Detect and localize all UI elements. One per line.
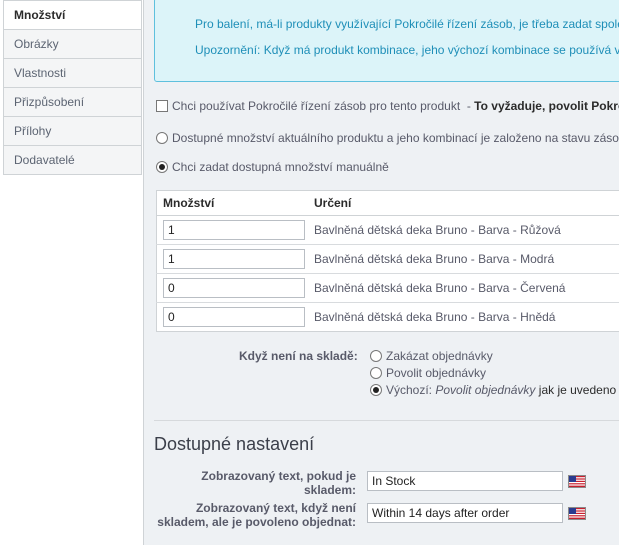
info-line-packs: Pro balení, má-li produkty využívající P… (195, 17, 619, 31)
depends-on-stock-radio[interactable] (156, 132, 168, 144)
quantities-panel: Pro balení, má-li produkty využívající P… (143, 0, 619, 545)
section-divider (154, 420, 619, 421)
advanced-stock-option: Chci používat Pokročilé řízení zásob pro… (156, 99, 619, 113)
advanced-stock-checkbox[interactable] (156, 100, 168, 112)
quantity-input[interactable] (163, 307, 305, 327)
manual-quantities-radio[interactable] (156, 161, 168, 173)
sidebar-item-attachments[interactable]: Přílohy (3, 117, 142, 146)
out-of-stock-label: Když není na skladě: (239, 349, 358, 363)
info-alert: Pro balení, má-li produkty využívající P… (154, 0, 619, 82)
advanced-stock-note: To vyžaduje, povolit Pokro (474, 99, 619, 113)
table-header: Množství Určení (156, 190, 619, 216)
table-row: Bavlněná dětská deka Bruno - Barva - Mod… (156, 244, 619, 274)
backorder-text-label: Zobrazovaný text, když není skladem, ale… (157, 501, 356, 529)
designation-cell: Bavlněná dětská deka Bruno - Barva - Mod… (314, 244, 619, 274)
default-orders-prefix: Výchozí: (386, 383, 433, 397)
quantity-input[interactable] (163, 220, 305, 240)
backorder-text-input[interactable] (367, 503, 563, 523)
quantity-input[interactable] (163, 278, 305, 298)
manual-quantities-label: Chci zadat dostupná množství manuálně (172, 160, 389, 174)
designation-cell: Bavlněná dětská deka Bruno - Barva - Čer… (314, 273, 619, 303)
us-flag-icon[interactable] (568, 475, 586, 488)
default-orders-option: Výchozí: Povolit objednávky jak je uvede… (370, 383, 616, 397)
deny-orders-radio[interactable] (370, 350, 382, 362)
default-orders-value: Povolit objednávky (435, 383, 536, 397)
sidebar: Množství Obrázky Vlastnosti Přizpůsobení… (3, 0, 142, 175)
designation-cell: Bavlněná dětská deka Bruno - Barva - Hně… (314, 302, 619, 332)
default-orders-radio[interactable] (370, 384, 382, 396)
quantity-input[interactable] (163, 249, 305, 269)
allow-orders-option: Povolit objednávky (370, 366, 486, 380)
allow-orders-radio[interactable] (370, 367, 382, 379)
table-row: Bavlněná dětská deka Bruno - Barva - Růž… (156, 215, 619, 245)
deny-orders-option: Zakázat objednávky (370, 349, 493, 363)
sidebar-item-suppliers[interactable]: Dodavatelé (3, 146, 142, 175)
table-row: Bavlněná dětská deka Bruno - Barva - Hně… (156, 302, 619, 332)
sidebar-item-features[interactable]: Vlastnosti (3, 59, 142, 88)
sidebar-item-customization[interactable]: Přizpůsobení (3, 88, 142, 117)
depends-on-stock-option: Dostupné množství aktuálního produktu a … (156, 131, 619, 145)
advanced-stock-label: Chci používat Pokročilé řízení zásob pro… (172, 99, 461, 113)
deny-orders-label: Zakázat objednávky (386, 349, 493, 363)
in-stock-text-label: Zobrazovaný text, pokud je skladem: (201, 469, 356, 497)
quantities-table: Množství Určení Bavlněná dětská deka Bru… (156, 190, 619, 332)
designation-cell: Bavlněná dětská deka Bruno - Barva - Růž… (314, 215, 619, 245)
info-line-combinations: Upozornění: Když má produkt kombinace, j… (195, 43, 619, 57)
column-header-quantity: Množství (156, 190, 314, 216)
default-orders-suffix: jak je uvedeno (538, 383, 617, 397)
sidebar-item-quantities[interactable]: Množství (3, 0, 142, 30)
availability-title: Dostupné nastavení (154, 434, 315, 454)
depends-on-stock-label: Dostupné množství aktuálního produktu a … (172, 131, 619, 145)
column-header-designation: Určení (314, 190, 619, 216)
us-flag-icon[interactable] (568, 507, 586, 520)
table-row: Bavlněná dětská deka Bruno - Barva - Čer… (156, 273, 619, 303)
allow-orders-label: Povolit objednávky (386, 366, 487, 380)
manual-quantities-option: Chci zadat dostupná množství manuálně (156, 160, 389, 174)
in-stock-text-input[interactable] (367, 471, 563, 491)
sidebar-item-images[interactable]: Obrázky (3, 30, 142, 59)
